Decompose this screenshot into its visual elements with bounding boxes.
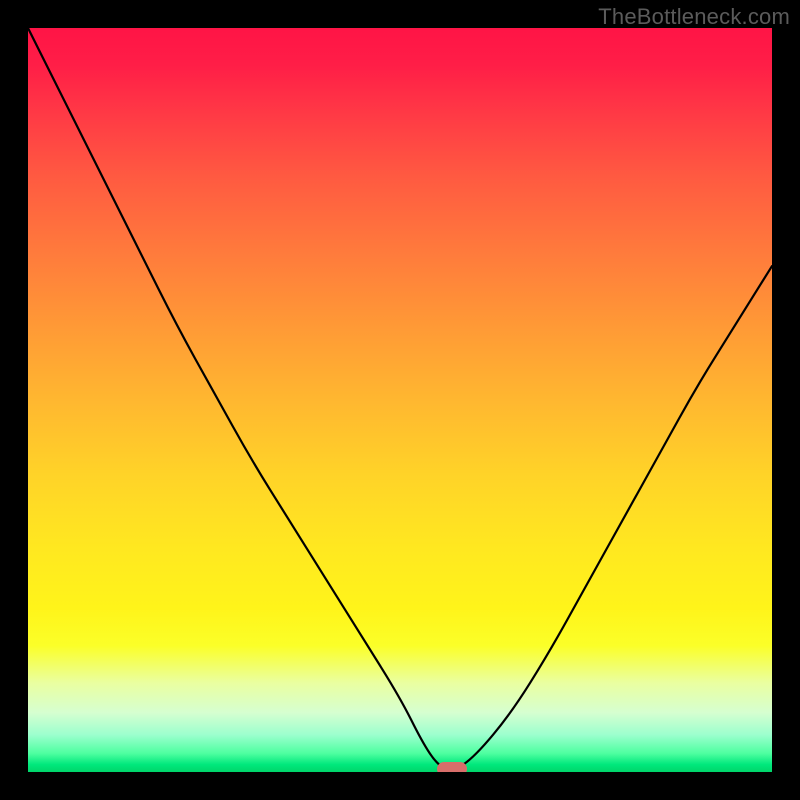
chart-frame: TheBottleneck.com — [0, 0, 800, 800]
bottleneck-curve — [28, 28, 772, 772]
optimal-point-marker — [437, 762, 467, 772]
watermark-text: TheBottleneck.com — [598, 4, 790, 30]
plot-area — [28, 28, 772, 772]
